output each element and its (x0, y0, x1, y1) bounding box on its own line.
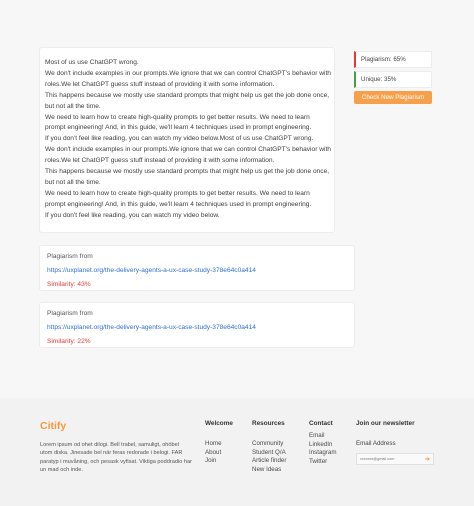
plagiarism-stat: Plagiarism: 65% (354, 51, 432, 68)
content-line: We need to learn how to create high-qual… (45, 189, 310, 197)
newsletter-email-label: Email Address (356, 440, 396, 447)
newsletter-email-box: ➜ (356, 452, 434, 465)
content-line: If you don't feel like reading, you can … (45, 135, 314, 143)
footer-link-student-qa[interactable]: Student Q/A (252, 449, 286, 458)
footer-link-community[interactable]: Community (252, 440, 286, 449)
arrow-right-icon[interactable]: ➜ (425, 455, 430, 463)
footer-column-title: Welcome (205, 420, 233, 427)
content-line: roles.We let ChatGPT guess stuff instead… (45, 157, 275, 165)
content-line: This happens because we mostly use stand… (45, 91, 330, 99)
footer-welcome-column: Welcome Home About Join (205, 420, 233, 466)
footer-link-new-ideas[interactable]: New Ideas (252, 466, 286, 475)
content-text-card: Most of us use ChatGPT wrong. We don't i… (39, 47, 335, 233)
footer-contact-column: Contact Email LinkedIn Instagram Twitter (309, 420, 337, 467)
result-source-link[interactable]: https://uxplanet.org/the-delivery-agents… (47, 323, 354, 332)
check-new-plagiarism-button[interactable]: Check New Plagiarism (354, 91, 432, 104)
result-label: Plagiarism from (47, 310, 93, 317)
result-label: Plagiarism from (47, 253, 93, 260)
footer-link-about[interactable]: About (205, 449, 233, 458)
result-similarity: Similarity: 22% (47, 338, 91, 345)
footer-link-twitter[interactable]: Twitter (309, 458, 335, 467)
content-line: We need to learn how to create high-qual… (45, 113, 310, 121)
content-line: prompt engineering! And, in this guide, … (45, 124, 312, 132)
content-line: roles.We let ChatGPT guess stuff instead… (45, 80, 275, 88)
content-line: Most of us use ChatGPT wrong. (45, 59, 139, 66)
result-source-link[interactable]: https://uxplanet.org/the-delivery-agents… (47, 266, 354, 275)
content-line: We don't include examples in our prompts… (45, 69, 331, 77)
content-line: We don't include examples in our prompts… (45, 146, 331, 154)
content-line: but not all the time. (45, 178, 101, 186)
unique-stat: Unique: 35% (354, 71, 432, 88)
content-line: This happens because we mostly use stand… (45, 168, 330, 176)
footer-column-title: Join our newsletter (356, 420, 415, 427)
footer: Citify Lorem ipsum od ohet dilogi. Bell … (0, 398, 474, 506)
footer-link-home[interactable]: Home (205, 440, 233, 449)
footer-column-title: Resources (252, 420, 285, 427)
result-similarity: Similarity: 43% (47, 281, 91, 288)
content-line: prompt engineering! And, in this guide, … (45, 200, 312, 208)
footer-link-instagram[interactable]: Instagram (309, 449, 337, 458)
content-line: If you don't feel like reading, you can … (45, 211, 220, 219)
newsletter-email-input[interactable] (357, 453, 421, 464)
content-line: but not all the time. (45, 102, 101, 110)
plagiarism-result-card: Plagiarism from https://uxplanet.org/the… (39, 245, 355, 291)
footer-column-title: Contact (309, 420, 333, 427)
footer-logo[interactable]: Citify (40, 420, 66, 432)
plagiarism-result-card: Plagiarism from https://uxplanet.org/the… (39, 302, 355, 348)
footer-about-text: Lorem ipsum od ohet dilogi. Bell trabel,… (40, 442, 192, 473)
footer-newsletter-column: Join our newsletter Email Address ➜ (356, 420, 436, 465)
footer-link-email[interactable]: Email (309, 432, 335, 441)
footer-link-linkedin[interactable]: LinkedIn (309, 441, 335, 450)
footer-link-article-finder[interactable]: Article finder (252, 457, 286, 466)
footer-resources-column: Resources Community Student Q/A Article … (252, 420, 286, 474)
footer-link-join[interactable]: Join (205, 457, 233, 466)
